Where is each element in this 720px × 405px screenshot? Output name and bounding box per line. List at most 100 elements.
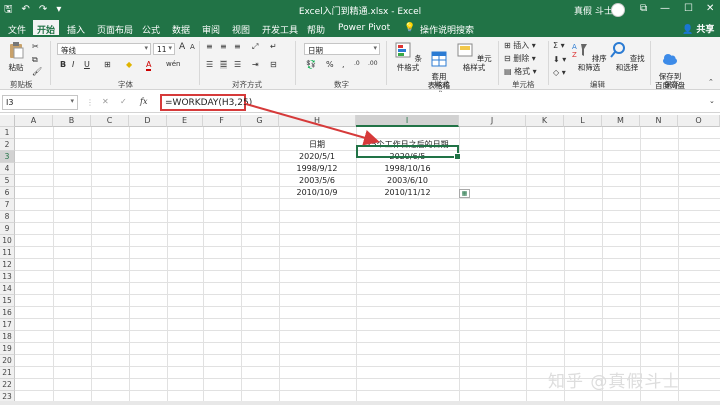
delete-cells-button[interactable]: ⊟ 删除 ▾ [504, 53, 536, 64]
row-header-5[interactable]: 5 [0, 175, 15, 187]
comma-icon[interactable]: , [342, 60, 345, 69]
paste-options-icon[interactable]: ▦ [459, 189, 470, 198]
insert-cells-button[interactable]: ⊞ 插入 ▾ [504, 40, 536, 51]
name-box[interactable]: I3 [2, 95, 78, 110]
column-header-l[interactable]: L [564, 115, 602, 127]
format-as-table-button[interactable]: 套用 表格格式 [426, 41, 452, 99]
column-header-g[interactable]: G [241, 115, 279, 127]
row-header-15[interactable]: 15 [0, 295, 15, 307]
row-header-9[interactable]: 9 [0, 223, 15, 235]
user-name[interactable]: 真假 斗士 [574, 4, 613, 17]
clear-icon[interactable]: ◇ ▾ [553, 68, 566, 77]
column-header-k[interactable]: K [526, 115, 564, 127]
cancel-icon[interactable]: ✕ [102, 97, 109, 106]
tab-power-pivot[interactable]: Power Pivot [338, 23, 390, 33]
cell-h2[interactable]: 日期 [279, 139, 355, 150]
collapse-ribbon-icon[interactable]: ⌃ [708, 78, 714, 86]
formula-input[interactable]: =WORKDAY(H3,25) [160, 94, 252, 111]
decrease-decimal-icon[interactable]: .00 [368, 60, 378, 67]
cell-styles-button[interactable]: 单元格样式 [456, 41, 492, 72]
maximize-icon[interactable]: ☐ [684, 3, 693, 14]
shrink-font-button[interactable]: A [190, 43, 195, 51]
row-header-21[interactable]: 21 [0, 367, 15, 379]
row-header-2[interactable]: 2 [0, 139, 15, 151]
tell-me-search[interactable]: 操作说明搜索 [420, 23, 474, 36]
cell-i4[interactable]: 1998/10/16 [356, 163, 459, 174]
avatar[interactable] [611, 3, 625, 17]
sort-filter-button[interactable]: AZ 排序和筛选 [570, 41, 608, 72]
tab-developer[interactable]: 开发工具 [262, 23, 298, 36]
horizontal-scrollbar[interactable] [0, 401, 720, 405]
align-center-icon[interactable]: ☰ [220, 60, 228, 69]
format-painter-icon[interactable]: 🖌 [32, 67, 42, 76]
cut-icon[interactable]: ✂ [32, 42, 39, 51]
tab-insert[interactable]: 插入 [67, 23, 85, 36]
column-header-i[interactable]: I [356, 115, 459, 127]
column-header-c[interactable]: C [91, 115, 129, 127]
cell-h3[interactable]: 2020/5/1 [279, 151, 355, 162]
fill-color-icon[interactable]: ◆ [126, 60, 132, 69]
row-header-13[interactable]: 13 [0, 271, 15, 283]
cell-h4[interactable]: 1998/9/12 [279, 163, 355, 174]
copy-icon[interactable]: ⧉ [32, 55, 38, 65]
row-header-20[interactable]: 20 [0, 355, 15, 367]
row-header-6[interactable]: 6 [0, 187, 15, 199]
enter-icon[interactable]: ✓ [120, 97, 127, 106]
italic-button[interactable]: I [72, 60, 74, 69]
row-header-8[interactable]: 8 [0, 211, 15, 223]
close-icon[interactable]: ✕ [706, 3, 714, 14]
tab-view[interactable]: 视图 [232, 23, 250, 36]
tab-data[interactable]: 数据 [172, 23, 190, 36]
share-button[interactable]: 👤 共享 [682, 22, 714, 35]
orientation-icon[interactable]: ⤢ [252, 42, 258, 52]
align-top-icon[interactable]: ≡ [206, 42, 213, 51]
row-header-4[interactable]: 4 [0, 163, 15, 175]
select-all-corner[interactable] [0, 115, 15, 127]
cell-h5[interactable]: 2003/5/6 [279, 175, 355, 186]
column-header-o[interactable]: O [678, 115, 720, 127]
format-cells-button[interactable]: ▤ 格式 ▾ [504, 66, 537, 77]
row-header-19[interactable]: 19 [0, 343, 15, 355]
row-header-16[interactable]: 16 [0, 307, 15, 319]
currency-icon[interactable]: 💱 [306, 60, 316, 69]
insert-function-icon[interactable]: fx [140, 97, 147, 106]
column-header-j[interactable]: J [459, 115, 526, 127]
column-header-a[interactable]: A [15, 115, 53, 127]
percent-icon[interactable]: % [326, 60, 334, 69]
increase-decimal-icon[interactable]: .0 [354, 60, 360, 67]
tab-page-layout[interactable]: 页面布局 [97, 23, 133, 36]
bold-button[interactable]: B [60, 60, 66, 69]
row-header-1[interactable]: 1 [0, 127, 15, 139]
expand-formula-icon[interactable]: ⌄ [709, 97, 715, 105]
align-middle-icon[interactable]: ≡ [220, 42, 227, 51]
column-header-m[interactable]: M [602, 115, 640, 127]
align-right-icon[interactable]: ☰ [234, 60, 241, 69]
font-size-select[interactable]: 11 [153, 43, 175, 55]
row-header-11[interactable]: 11 [0, 247, 15, 259]
underline-button[interactable]: U [84, 60, 90, 69]
tab-home[interactable]: 开始 [33, 20, 60, 37]
row-header-14[interactable]: 14 [0, 283, 15, 295]
column-header-f[interactable]: F [203, 115, 241, 127]
worksheet-grid[interactable]: ABCDEFGHIJKLMNO 1 2 3 4 5 6 7 8 9 10 11 12 13 14 15 16 1… [0, 115, 720, 402]
row-header-7[interactable]: 7 [0, 199, 15, 211]
tab-help[interactable]: 帮助 [307, 23, 325, 36]
paste-button[interactable]: 粘贴 [6, 41, 26, 72]
column-header-e[interactable]: E [167, 115, 203, 127]
cell-i6[interactable]: 2010/11/12 [356, 187, 459, 198]
column-header-b[interactable]: B [53, 115, 91, 127]
align-left-icon[interactable]: ☰ [206, 60, 213, 69]
merge-center-icon[interactable]: ⊟ [270, 60, 277, 69]
tab-file[interactable]: 文件 [8, 23, 26, 36]
row-header-17[interactable]: 17 [0, 319, 15, 331]
grow-font-button[interactable]: A [179, 42, 185, 52]
border-icon[interactable]: ⊞ [104, 60, 111, 69]
font-color-button[interactable]: A [146, 60, 152, 71]
row-header-18[interactable]: 18 [0, 331, 15, 343]
row-header-22[interactable]: 22 [0, 379, 15, 391]
ribbon-display-icon[interactable]: ⧉ [640, 3, 647, 14]
conditional-format-button[interactable]: 条件格式 [392, 41, 424, 72]
row-header-12[interactable]: 12 [0, 259, 15, 271]
tab-review[interactable]: 审阅 [202, 23, 220, 36]
fill-icon[interactable]: ⬇ ▾ [553, 55, 566, 64]
